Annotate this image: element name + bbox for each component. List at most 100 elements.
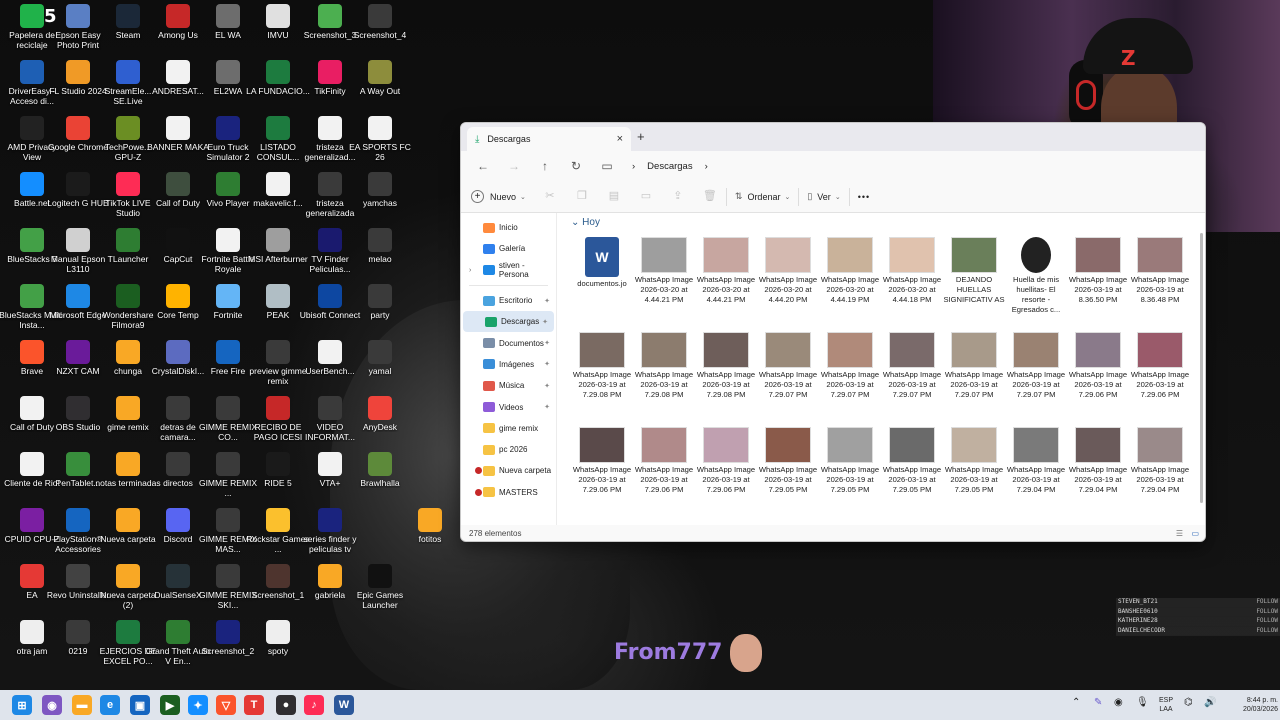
sidebar-item-masters[interactable]: MASTERS <box>461 482 556 503</box>
refresh-button[interactable]: ↻ <box>564 154 588 178</box>
sidebar-item-nueva-carpeta[interactable]: Nueva carpeta <box>461 460 556 481</box>
file-item[interactable]: WhatsApp Image 2026-03-20 at 4.44.21 PM <box>695 237 757 331</box>
taskbar-start-button[interactable]: ⊞ <box>12 695 32 715</box>
back-button[interactable]: ← <box>471 154 495 178</box>
file-item[interactable]: WhatsApp Image 2026-03-19 at 7.29.07 PM <box>943 332 1005 426</box>
file-item[interactable]: WhatsApp Image 2026-03-19 at 7.29.05 PM <box>943 427 1005 521</box>
details-view-icon[interactable]: ☰ <box>1176 525 1183 541</box>
file-item[interactable]: WhatsApp Image 2026-03-19 at 7.29.07 PM <box>881 332 943 426</box>
file-item[interactable]: WhatsApp Image 2026-03-19 at 7.29.07 PM <box>1005 332 1067 426</box>
sidebar-item-documentos[interactable]: Documentos ✦ <box>461 332 556 353</box>
tiles-view-icon[interactable]: ▭ <box>1191 525 1199 541</box>
file-item[interactable]: WhatsApp Image 2026-03-19 at 7.29.04 PM <box>1005 427 1067 521</box>
taskbar-obs-icon[interactable]: ● <box>276 695 296 715</box>
expand-chevron-icon[interactable]: › <box>469 267 471 274</box>
sort-button[interactable]: ⇅ Ordenar ⌄ <box>735 191 790 202</box>
file-item[interactable]: WhatsApp Image 2026-03-19 at 7.29.05 PM <box>819 427 881 521</box>
file-item[interactable]: WhatsApp Image 2026-03-19 at 7.29.08 PM <box>633 332 695 426</box>
up-button[interactable]: ↑ <box>533 154 557 178</box>
tab-descargas[interactable]: ⤓ Descargas × <box>467 127 631 151</box>
taskbar-tiktok-icon[interactable]: ♪ <box>304 695 324 715</box>
desktop-icon-yamchas[interactable]: yamchas <box>352 172 408 226</box>
file-item[interactable]: WhatsApp Image 2026-03-19 at 7.29.05 PM <box>881 427 943 521</box>
file-item[interactable]: WhatsApp Image 2026-03-20 at 4.44.20 PM <box>757 237 819 331</box>
share-icon[interactable]: ⇪ <box>670 189 686 205</box>
desktop-icon-melao[interactable]: melao <box>352 228 408 282</box>
microphone-icon[interactable]: 🎙 <box>1136 697 1149 708</box>
desktop-icon-screenshot-4[interactable]: Screenshot_4 <box>352 4 408 58</box>
sidebar-item-inicio[interactable]: Inicio <box>461 217 556 238</box>
more-options-button[interactable]: ••• <box>858 192 870 202</box>
sidebar-item-im-genes[interactable]: Imágenes ✦ <box>461 354 556 375</box>
file-item[interactable]: WhatsApp Image 2026-03-19 at 7.29.07 PM <box>819 332 881 426</box>
rename-icon[interactable]: ▭ <box>638 189 654 205</box>
sidebar-item-galer-a[interactable]: Galería <box>461 238 556 259</box>
taskbar-wondershare-icon[interactable]: ▶ <box>160 695 180 715</box>
desktop-icon-epic-games-launcher[interactable]: Epic Games Launcher <box>352 564 408 618</box>
taskbar-edge-icon[interactable]: e <box>100 695 120 715</box>
desktop-icon-fotitos[interactable]: fotitos <box>402 508 458 562</box>
file-item[interactable]: WhatsApp Image 2026-03-19 at 8.36.50 PM <box>1067 237 1129 331</box>
file-item[interactable]: WhatsApp Image 2026-03-19 at 7.29.04 PM <box>1129 427 1191 521</box>
desktop-icon-anydesk[interactable]: AnyDesk <box>352 396 408 450</box>
file-item[interactable]: DEJANDO HUELLAS SIGNIFICATIV AS <box>943 237 1005 331</box>
taskbar-store-icon[interactable]: ▣ <box>130 695 150 715</box>
desktop-icon-spoty[interactable]: spoty <box>250 620 306 674</box>
desktop-icon-yamal[interactable]: yamal <box>352 340 408 394</box>
forward-button[interactable]: → <box>502 154 526 178</box>
file-item[interactable]: WhatsApp Image 2026-03-19 at 7.29.06 PM <box>1129 332 1191 426</box>
paste-icon[interactable]: ▤ <box>606 189 622 205</box>
sidebar-item-m-sica[interactable]: Música ✦ <box>461 375 556 396</box>
taskbar-file-explorer-icon[interactable]: ▬ <box>72 695 92 715</box>
file-item[interactable]: WhatsApp Image 2026-03-20 at 4.44.18 PM <box>881 237 943 331</box>
delete-icon[interactable]: 🗑 <box>702 189 718 205</box>
desktop-icon-party[interactable]: party <box>352 284 408 338</box>
sidebar-item-escritorio[interactable]: Escritorio ✦ <box>461 290 556 311</box>
group-header[interactable]: ⌄ Hoy <box>571 217 600 228</box>
sidebar-item-videos[interactable]: Videos ✦ <box>461 396 556 417</box>
desktop-icon-brawlhalla[interactable]: Brawlhalla <box>352 452 408 506</box>
sidebar-item-stiven-persona[interactable]: › stiven - Persona <box>461 260 556 281</box>
close-tab-icon[interactable]: × <box>617 133 623 145</box>
view-button[interactable]: ▯ Ver ⌄ <box>807 191 840 202</box>
monitor-icon[interactable]: ▭ <box>595 154 619 178</box>
taskbar-copilot-icon[interactable]: ◉ <box>42 695 62 715</box>
desktop-icon-ea-sports-fc-26[interactable]: EA SPORTS FC 26 <box>349 116 411 170</box>
pen-icon[interactable]: ✎ <box>1094 697 1102 708</box>
sidebar-item-descargas[interactable]: Descargas ✦ <box>463 311 554 333</box>
cut-icon[interactable]: ✂ <box>542 189 558 205</box>
vertical-scrollbar[interactable] <box>1200 233 1203 503</box>
taskbar-brave-icon[interactable]: ▽ <box>216 695 236 715</box>
taskbar-battlenet-icon[interactable]: ✦ <box>188 695 208 715</box>
file-item[interactable]: WhatsApp Image 2026-03-19 at 7.29.06 PM <box>633 427 695 521</box>
new-tab-button[interactable]: + <box>637 129 645 144</box>
taskbar-t-app-icon[interactable]: T <box>244 695 264 715</box>
network-icon[interactable]: ⌬ <box>1184 697 1193 708</box>
sidebar-item-pc-2026[interactable]: pc 2026 <box>461 439 556 460</box>
file-item[interactable]: WhatsApp Image 2026-03-19 at 7.29.06 PM <box>695 427 757 521</box>
file-item[interactable]: WhatsApp Image 2026-03-19 at 7.29.08 PM <box>571 332 633 426</box>
file-item[interactable]: Wdocumentos.jo <box>571 237 633 331</box>
sidebar-item-gime-remix[interactable]: gime remix <box>461 418 556 439</box>
file-item[interactable]: WhatsApp Image 2026-03-19 at 8.36.48 PM <box>1129 237 1191 331</box>
new-button[interactable]: + Nuevo ⌄ <box>471 190 526 203</box>
desktop-icon-a-way-out[interactable]: A Way Out <box>352 60 408 114</box>
file-item[interactable]: WhatsApp Image 2026-03-19 at 7.29.06 PM <box>571 427 633 521</box>
file-item[interactable]: WhatsApp Image 2026-03-19 at 7.29.07 PM <box>757 332 819 426</box>
breadcrumb-descargas[interactable]: Descargas <box>647 161 692 172</box>
file-item[interactable]: WhatsApp Image 2026-03-20 at 4.44.21 PM <box>633 237 695 331</box>
clock[interactable]: 8:44 p. m. 20/03/2026 <box>1222 696 1278 714</box>
volume-icon[interactable]: 🔊 <box>1204 697 1216 708</box>
file-item[interactable]: Huella de mis huellitas- El resorte - Eg… <box>1005 237 1067 331</box>
copy-icon[interactable]: ❐ <box>574 189 590 205</box>
language-indicator[interactable]: ESP LAA <box>1156 696 1176 714</box>
taskbar-word-icon[interactable]: W <box>334 695 354 715</box>
breadcrumb[interactable]: › Descargas › <box>632 161 720 172</box>
app-tray-icon[interactable]: ◉ <box>1114 697 1123 708</box>
file-item[interactable]: WhatsApp Image 2026-03-19 at 7.29.05 PM <box>757 427 819 521</box>
desktop-icon-series-finder-y-peliculas-tv[interactable]: series finder y peliculas tv <box>302 508 358 562</box>
file-item[interactable]: WhatsApp Image 2026-03-19 at 7.29.06 PM <box>1067 332 1129 426</box>
file-item[interactable]: WhatsApp Image 2026-03-19 at 7.29.08 PM <box>695 332 757 426</box>
chevron-up-icon[interactable]: ⌃ <box>1072 697 1080 708</box>
file-item[interactable]: WhatsApp Image 2026-03-20 at 4.44.19 PM <box>819 237 881 331</box>
